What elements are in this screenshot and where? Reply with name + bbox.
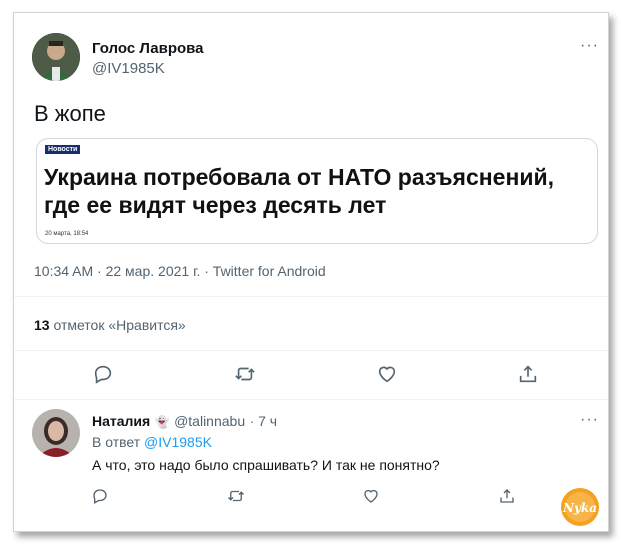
- reply-text: А что, это надо было спрашивать? И так н…: [92, 457, 440, 473]
- reply-author-handle[interactable]: @talinnabu: [174, 413, 245, 429]
- svg-text:Nyka: Nyka: [562, 501, 597, 515]
- news-headline-line2: где ее видят через десять лет: [44, 192, 387, 218]
- more-options-icon[interactable]: ···: [580, 37, 599, 55]
- reply-avatar[interactable]: [32, 409, 80, 457]
- news-headline-line1: Украина потребовала от НАТО разъяснений,: [44, 164, 555, 190]
- reply-retweet-icon[interactable]: [227, 487, 245, 505]
- retweet-icon[interactable]: [234, 363, 256, 385]
- reply-time[interactable]: · 7 ч: [250, 413, 278, 429]
- nyka-logo: Nyka: [560, 487, 600, 527]
- in-reply-to: В ответ @IV1985K: [92, 434, 212, 450]
- reply-author-name[interactable]: Наталия: [92, 413, 150, 429]
- divider: [14, 399, 608, 400]
- news-card[interactable]: Новости Украина потребовала от НАТО разъ…: [36, 138, 598, 244]
- reply-more-options-icon[interactable]: ···: [580, 411, 599, 429]
- reply-like-icon[interactable]: [362, 487, 380, 505]
- divider: [14, 350, 608, 351]
- tweet-timestamp[interactable]: 10:34 AM · 22 мар. 2021 г. · Twitter for…: [34, 263, 326, 279]
- reply-reply-icon[interactable]: [91, 487, 109, 505]
- tweet-frame: Голос Лаврова @IV1985K ··· В жопе Новост…: [13, 12, 609, 532]
- author-name[interactable]: Голос Лаврова: [92, 40, 204, 57]
- likes-label: отметок «Нравится»: [53, 317, 186, 333]
- like-icon[interactable]: [376, 363, 398, 385]
- author-avatar[interactable]: [32, 33, 80, 81]
- news-date: 20 марта, 18:54: [45, 231, 89, 237]
- reply-icon[interactable]: [92, 363, 114, 385]
- news-headline: Украина потребовала от НАТО разъяснений,…: [44, 163, 592, 219]
- news-tag: Новости: [45, 145, 81, 154]
- author-handle[interactable]: @IV1985K: [92, 60, 165, 77]
- in-reply-handle-link[interactable]: @IV1985K: [144, 434, 212, 450]
- ghost-emoji-icon: 👻: [154, 415, 170, 429]
- reply-header: Наталия 👻 @talinnabu · 7 ч: [92, 413, 277, 431]
- reply-share-icon[interactable]: [498, 487, 516, 505]
- likes-count-row[interactable]: 13 отметок «Нравится»: [34, 317, 186, 333]
- divider: [14, 296, 608, 297]
- in-reply-prefix: В ответ: [92, 434, 141, 450]
- likes-count: 13: [34, 317, 50, 333]
- tweet-text: В жопе: [34, 101, 106, 126]
- share-icon[interactable]: [517, 363, 539, 385]
